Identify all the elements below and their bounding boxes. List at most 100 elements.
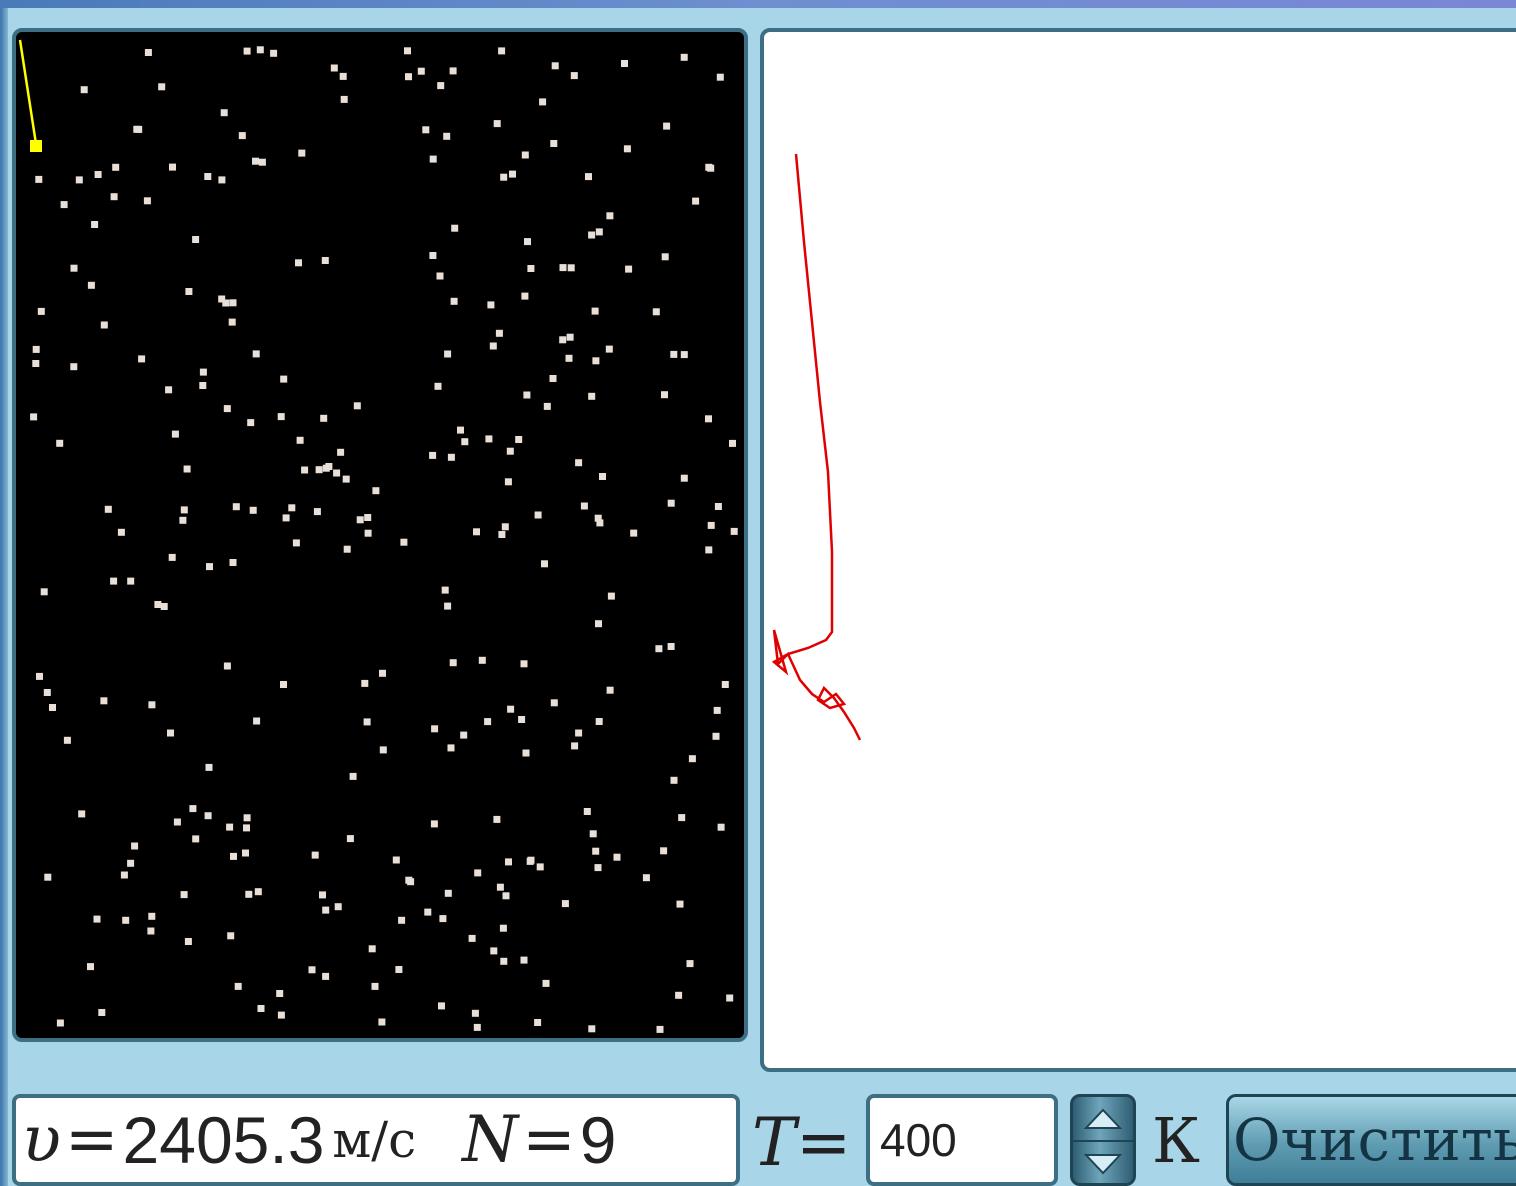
gas-molecule <box>605 345 613 353</box>
gas-molecule <box>35 175 43 183</box>
gas-molecule <box>379 746 387 754</box>
gas-molecule <box>502 892 510 900</box>
gas-molecule <box>199 382 207 389</box>
gas-molecule <box>468 934 476 942</box>
gas-molecule <box>656 1025 664 1033</box>
gas-molecule <box>32 345 40 353</box>
gas-molecule <box>44 873 52 881</box>
gas-molecule <box>192 835 200 843</box>
gas-molecule <box>594 864 602 872</box>
gas-molecule <box>707 521 715 529</box>
gas-molecule <box>429 451 437 459</box>
gas-molecule <box>444 889 452 897</box>
gas-molecule <box>252 157 259 165</box>
gas-molecule <box>184 938 192 945</box>
gas-molecule <box>588 231 596 239</box>
spinner-down-button[interactable] <box>1073 1140 1133 1185</box>
gas-molecule <box>372 487 380 495</box>
gas-molecule <box>588 392 596 400</box>
gas-molecule <box>422 126 430 134</box>
gas-molecule <box>368 945 376 953</box>
gas-molecule <box>522 749 530 757</box>
gas-molecule <box>506 447 514 455</box>
gas-molecule <box>730 527 738 535</box>
gas-molecule <box>642 874 650 882</box>
gas-molecule <box>110 577 118 585</box>
gas-molecule <box>504 478 512 486</box>
gas-molecule <box>234 982 242 990</box>
gas-molecule <box>56 1019 64 1027</box>
gas-molecule <box>726 994 734 1002</box>
gas-molecule <box>277 1011 285 1019</box>
velocity-unit: м/с <box>332 1111 417 1169</box>
gas-molecule <box>500 957 508 965</box>
temperature-input[interactable] <box>866 1094 1058 1186</box>
temperature-unit: К <box>1152 1104 1200 1177</box>
gas-molecule <box>404 47 411 55</box>
gas-molecule <box>298 149 306 157</box>
gas-molecule <box>676 900 684 908</box>
gas-molecule <box>169 163 176 171</box>
gas-molecule <box>342 475 350 483</box>
clear-button[interactable]: Очистить <box>1226 1094 1516 1186</box>
gas-molecule <box>686 960 694 968</box>
trajectory-plot-area <box>760 28 1516 1072</box>
gas-simulation-area <box>12 28 748 1042</box>
gas-molecule <box>199 368 207 376</box>
gas-molecule <box>361 679 369 687</box>
gas-molecule <box>363 718 371 726</box>
gas-molecule <box>496 883 504 891</box>
gas-molecule <box>405 73 412 81</box>
gas-molecule <box>444 350 452 358</box>
gas-molecule <box>270 49 278 57</box>
gas-molecule <box>340 95 348 103</box>
velocity-value: 2405.3 <box>122 1103 325 1177</box>
gas-molecule <box>451 224 459 232</box>
gas-molecule <box>91 221 99 228</box>
gas-molecule <box>523 391 531 399</box>
gas-molecule <box>158 83 166 91</box>
gas-molecule <box>229 299 237 307</box>
brownian-trajectory-line <box>771 153 862 741</box>
gas-molecule <box>559 264 567 272</box>
gas-molecule <box>117 528 125 536</box>
gas-molecule <box>438 1002 445 1010</box>
gas-molecule <box>490 947 498 955</box>
gas-molecule <box>520 660 528 668</box>
temperature-spinner[interactable] <box>1070 1094 1136 1186</box>
gas-molecule <box>500 173 508 181</box>
gas-molecule <box>667 643 675 650</box>
collision-count-symbol: N <box>462 1103 519 1177</box>
gas-molecule <box>204 173 212 180</box>
gas-molecule <box>692 197 700 205</box>
gas-molecule <box>613 853 621 861</box>
gas-molecule <box>429 155 437 163</box>
gas-molecule <box>595 718 603 725</box>
gas-molecule <box>521 292 529 300</box>
gas-molecule <box>595 620 602 628</box>
gas-molecule <box>447 453 455 461</box>
gas-molecule <box>189 805 197 813</box>
gas-molecule <box>295 259 302 267</box>
gas-molecule <box>447 744 455 752</box>
gas-molecule <box>431 725 439 733</box>
gas-molecule <box>551 62 559 70</box>
gas-molecule <box>346 835 354 843</box>
gas-molecule <box>441 586 449 594</box>
gas-molecule <box>652 308 660 316</box>
gas-molecule <box>144 49 152 56</box>
gas-molecule <box>343 545 351 553</box>
gas-molecule <box>661 391 668 399</box>
spinner-up-button[interactable] <box>1073 1097 1133 1140</box>
gas-molecule <box>218 176 226 184</box>
gas-molecule <box>599 473 606 480</box>
gas-molecule <box>94 171 102 178</box>
gas-molecule <box>180 506 188 514</box>
gas-molecule <box>282 514 290 522</box>
gas-molecule <box>705 163 713 171</box>
gas-molecule <box>127 577 135 585</box>
gas-molecule <box>400 538 408 546</box>
gas-molecule <box>63 736 71 744</box>
gas-molecule <box>487 301 495 309</box>
gas-molecule <box>449 659 457 667</box>
